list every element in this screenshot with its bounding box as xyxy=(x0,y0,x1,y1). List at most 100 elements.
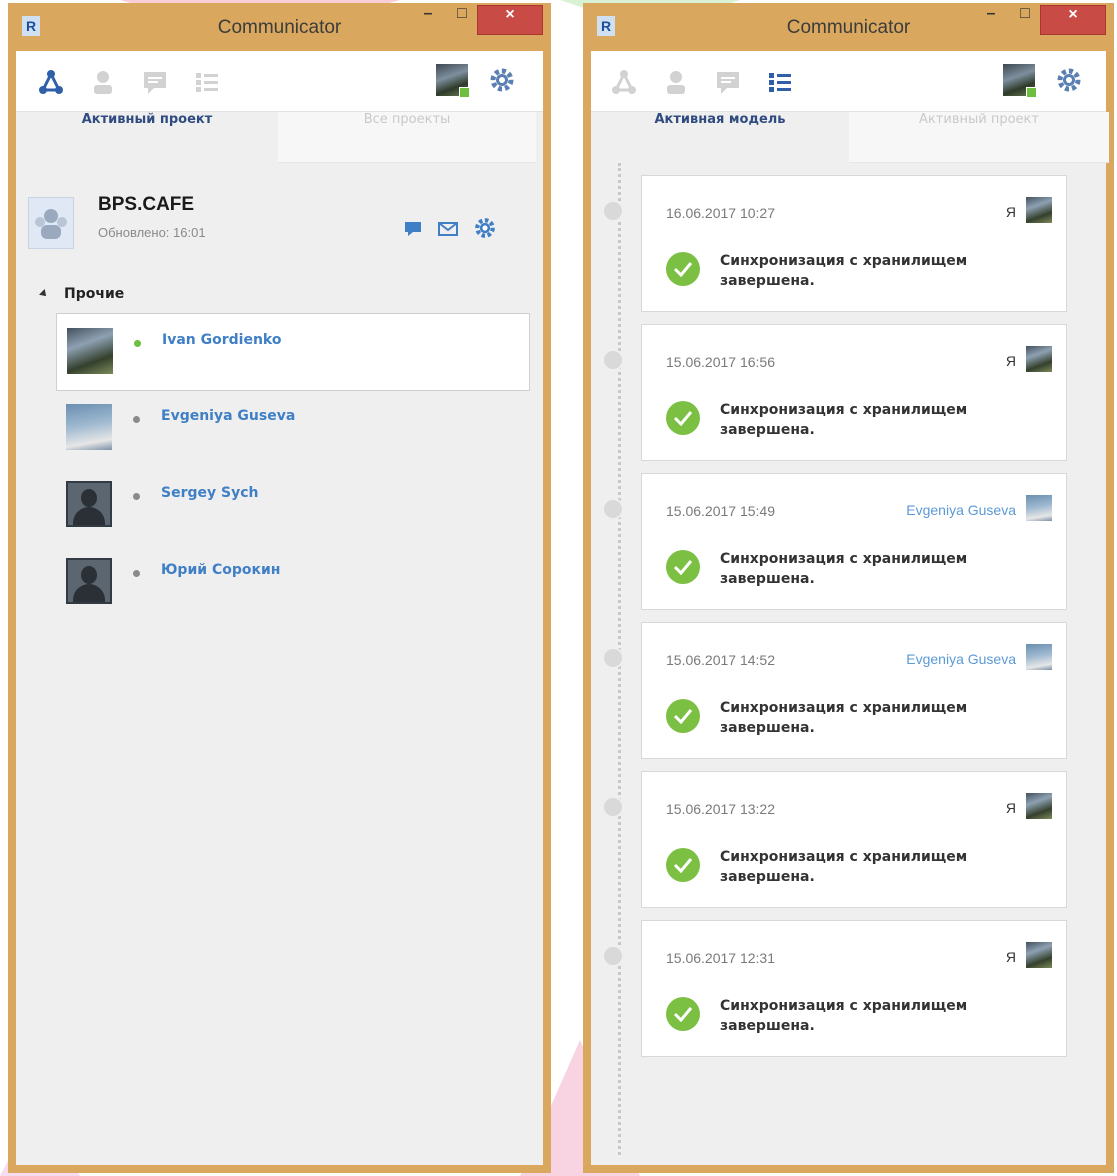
entry-date: 15.06.2017 15:49 xyxy=(666,503,775,519)
message-icon[interactable] xyxy=(403,220,423,238)
settings-gear-icon[interactable] xyxy=(1055,66,1083,94)
title-bar[interactable]: R Communicator – □ × xyxy=(10,5,549,51)
check-icon xyxy=(666,699,700,733)
status-offline-dot xyxy=(133,570,140,577)
contact-item[interactable]: Юрий Сорокин xyxy=(56,544,528,620)
window-client: Активный проект Все проекты BPS.CAFE Обн… xyxy=(16,51,543,1165)
entry-author: Я xyxy=(1005,949,1016,965)
online-indicator xyxy=(1026,87,1037,98)
activity-entry[interactable]: 15.06.2017 14:52 Evgeniya Guseva Синхрон… xyxy=(602,622,1067,759)
maximize-button[interactable]: □ xyxy=(447,5,477,33)
check-icon xyxy=(666,997,700,1031)
avatar xyxy=(1026,197,1052,223)
contact-name[interactable]: Ivan Gordienko xyxy=(162,332,281,348)
avatar xyxy=(1026,793,1052,819)
toolbar xyxy=(591,51,1106,112)
settings-gear-icon[interactable] xyxy=(488,66,516,94)
communicator-window-left: R Communicator – □ × Активный проект Все… xyxy=(8,3,551,1173)
minimize-button[interactable]: – xyxy=(413,5,443,33)
entry-author[interactable]: Evgeniya Guseva xyxy=(906,502,1016,518)
user-avatar[interactable] xyxy=(1003,64,1037,98)
activity-entry[interactable]: 15.06.2017 16:56 Я Синхронизация с храни… xyxy=(602,324,1067,461)
project-header: BPS.CAFE Обновлено: 16:01 xyxy=(16,161,543,251)
tab-active-project[interactable]: Активный проект xyxy=(16,112,278,162)
minimize-button[interactable]: – xyxy=(976,5,1006,33)
project-graph-icon[interactable] xyxy=(609,67,639,97)
project-graph-icon[interactable] xyxy=(36,67,66,97)
avatar xyxy=(66,404,112,450)
group-label: Прочие xyxy=(64,286,125,302)
activity-list-icon[interactable] xyxy=(765,67,795,97)
entry-message: Синхронизация с хранилищем завершена. xyxy=(720,700,968,736)
tab-active-project[interactable]: Активный проект xyxy=(849,112,1109,163)
entry-date: 15.06.2017 14:52 xyxy=(666,652,775,668)
entry-date: 16.06.2017 10:27 xyxy=(666,205,775,221)
status-offline-dot xyxy=(133,493,140,500)
entry-author: Я xyxy=(1005,800,1016,816)
entry-author[interactable]: Evgeniya Guseva xyxy=(906,651,1016,667)
entry-message: Синхронизация с хранилищем завершена. xyxy=(720,998,968,1034)
entry-date: 15.06.2017 16:56 xyxy=(666,354,775,370)
contact-name[interactable]: Юрий Сорокин xyxy=(161,562,280,578)
avatar xyxy=(1026,495,1052,521)
contact-item[interactable]: Ivan Gordienko xyxy=(56,313,530,391)
entry-message: Синхронизация с хранилищем завершена. xyxy=(720,253,968,289)
check-icon xyxy=(666,550,700,584)
avatar-placeholder xyxy=(66,481,112,527)
contact-name[interactable]: Sergey Sych xyxy=(161,485,258,501)
close-button[interactable]: × xyxy=(1040,5,1106,35)
status-offline-dot xyxy=(133,416,140,423)
activity-entry[interactable]: 15.06.2017 12:31 Я Синхронизация с храни… xyxy=(602,920,1067,1057)
communicator-window-right: R Communicator – □ × Активная модель Акт… xyxy=(583,3,1114,1173)
contacts-icon[interactable] xyxy=(88,67,118,97)
activity-list-icon[interactable] xyxy=(192,67,222,97)
project-updated: Обновлено: 16:01 xyxy=(98,225,206,240)
entry-message: Синхронизация с хранилищем завершена. xyxy=(720,849,968,885)
online-indicator xyxy=(459,87,470,98)
tab-bar: Активная модель Активный проект xyxy=(591,112,1109,163)
settings-gear-icon[interactable] xyxy=(473,216,497,240)
project-name: BPS.CAFE xyxy=(98,194,195,215)
contact-item[interactable]: Evgeniya Guseva xyxy=(56,390,528,466)
chat-icon[interactable] xyxy=(713,67,743,97)
entry-author: Я xyxy=(1005,204,1016,220)
window-client: Активная модель Активный проект 16.06.20… xyxy=(591,51,1109,1165)
entry-message: Синхронизация с хранилищем завершена. xyxy=(720,402,968,438)
avatar xyxy=(67,328,113,374)
check-icon xyxy=(666,848,700,882)
avatar xyxy=(1026,942,1052,968)
chat-icon[interactable] xyxy=(140,67,170,97)
tab-bar: Активный проект Все проекты xyxy=(16,112,543,163)
user-avatar[interactable] xyxy=(436,64,470,98)
collapse-arrow-icon[interactable] xyxy=(39,289,49,299)
project-people-icon xyxy=(35,209,67,239)
mail-icon[interactable] xyxy=(437,220,459,238)
maximize-button[interactable]: □ xyxy=(1010,5,1040,33)
project-avatar xyxy=(28,197,74,249)
avatar-placeholder xyxy=(66,558,112,604)
check-icon xyxy=(666,252,700,286)
timeline-node xyxy=(602,945,624,967)
check-icon xyxy=(666,401,700,435)
timeline-node xyxy=(602,200,624,222)
toolbar xyxy=(16,51,543,112)
entry-date: 15.06.2017 12:31 xyxy=(666,950,775,966)
avatar xyxy=(1026,644,1052,670)
close-button[interactable]: × xyxy=(477,5,543,35)
status-online-dot xyxy=(134,340,141,347)
group-header[interactable]: Прочие xyxy=(39,286,125,302)
entry-date: 15.06.2017 13:22 xyxy=(666,801,775,817)
contact-item[interactable]: Sergey Sych xyxy=(56,467,528,543)
activity-entry[interactable]: 16.06.2017 10:27 Я Синхронизация с храни… xyxy=(602,175,1067,312)
timeline-node xyxy=(602,498,624,520)
activity-entry[interactable]: 15.06.2017 15:49 Evgeniya Guseva Синхрон… xyxy=(602,473,1067,610)
contacts-icon[interactable] xyxy=(661,67,691,97)
activity-entry[interactable]: 15.06.2017 13:22 Я Синхронизация с храни… xyxy=(602,771,1067,908)
tab-all-projects[interactable]: Все проекты xyxy=(278,112,536,163)
title-bar[interactable]: R Communicator – □ × xyxy=(585,5,1112,51)
tab-active-model[interactable]: Активная модель xyxy=(591,112,849,162)
timeline-node xyxy=(602,796,624,818)
timeline-node xyxy=(602,647,624,669)
entry-message: Синхронизация с хранилищем завершена. xyxy=(720,551,968,587)
contact-name[interactable]: Evgeniya Guseva xyxy=(161,408,295,424)
